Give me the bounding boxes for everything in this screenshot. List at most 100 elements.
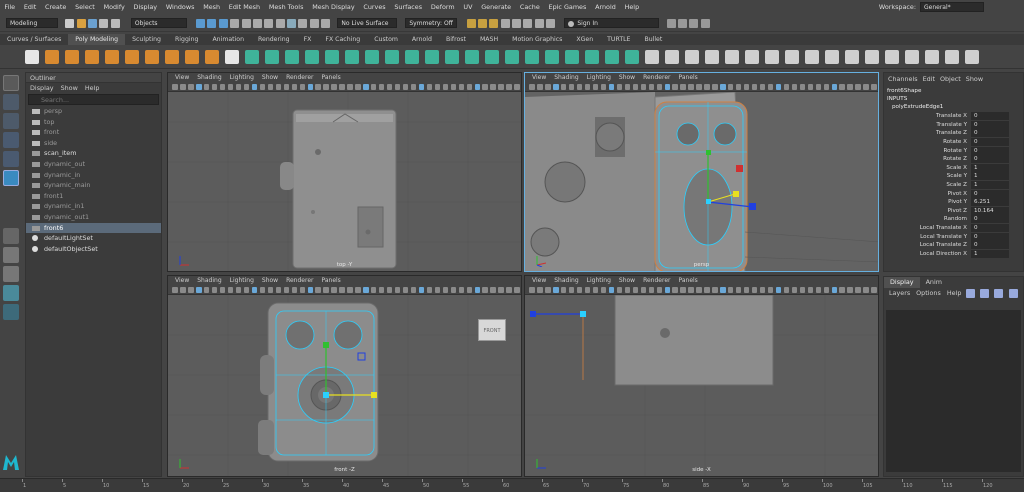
save-scene-icon[interactable] — [87, 18, 97, 28]
viewport-menu-renderer[interactable]: Renderer — [639, 73, 674, 82]
viewport-toolbar-icon[interactable] — [823, 83, 829, 90]
shelf-tab-motion-graphics[interactable]: Motion Graphics — [505, 34, 569, 45]
search-tool-icon[interactable] — [3, 304, 19, 320]
viewport-canvas[interactable]: side -X — [525, 295, 878, 476]
uv-editor-icon[interactable] — [705, 49, 719, 64]
viewport-toolbar-icon[interactable] — [815, 83, 821, 90]
viewport-toolbar-icon[interactable] — [736, 83, 742, 90]
circularize-icon[interactable] — [605, 49, 619, 64]
menu-create[interactable]: Create — [41, 0, 71, 15]
viewport-toolbar-icon[interactable] — [656, 286, 662, 293]
outliner-item[interactable]: dynamic_main — [26, 180, 161, 191]
select-hierarchy-icon[interactable] — [196, 18, 206, 28]
camera-uv-icon[interactable] — [685, 49, 699, 64]
outliner-item[interactable]: front1 — [26, 191, 161, 202]
viewport-toolbar-icon[interactable] — [569, 83, 575, 90]
viewport-toolbar-icon[interactable] — [696, 83, 702, 90]
shelf-tab-custom[interactable]: Custom — [367, 34, 405, 45]
outliner-item[interactable]: scan_item — [26, 148, 161, 159]
shelf-tab-sculpting[interactable]: Sculpting — [125, 34, 168, 45]
viewport-toolbar-icon[interactable] — [212, 83, 218, 90]
attribute-value-field[interactable]: 10.164 — [971, 206, 1009, 215]
attribute-row[interactable]: Translate Y 0 — [884, 120, 1023, 130]
svg-icon[interactable] — [205, 49, 219, 64]
viewport-toolbar-icon[interactable] — [616, 83, 623, 90]
channel-menu-edit[interactable]: Edit — [923, 73, 935, 85]
menu-surfaces[interactable]: Surfaces — [390, 0, 426, 15]
select-tool-icon[interactable] — [3, 75, 19, 91]
viewport-toolbar-icon[interactable] — [188, 83, 194, 90]
outliner-item[interactable]: dynamic_in1 — [26, 201, 161, 212]
viewport-canvas[interactable]: persp — [525, 92, 878, 271]
outliner-item[interactable]: dynamic_in — [26, 170, 161, 181]
viewport-toolbar-icon[interactable] — [545, 286, 551, 293]
viewport-toolbar-icon[interactable] — [267, 286, 274, 293]
sign-in-button[interactable]: Sign In — [564, 18, 660, 28]
combine-icon[interactable] — [245, 49, 259, 64]
viewport-toolbar-icon[interactable] — [402, 286, 409, 293]
attribute-row[interactable]: Translate X 0 — [884, 112, 1023, 121]
viewport-canvas[interactable]: top -Y — [168, 92, 521, 271]
mirror-icon[interactable] — [305, 49, 319, 64]
viewport-toolbar-icon[interactable] — [402, 83, 409, 90]
retopo-icon[interactable] — [385, 49, 399, 64]
viewport-menu-show[interactable]: Show — [615, 276, 639, 285]
outliner-item[interactable]: top — [26, 117, 161, 128]
viewport-toolbar-icon[interactable] — [291, 286, 297, 293]
viewport-top[interactable]: View Shading Lighting Show Renderer Panels to… — [167, 72, 522, 272]
fill-hole-icon[interactable] — [405, 49, 419, 64]
viewport-toolbar-icon[interactable] — [212, 286, 218, 293]
layer-tab-anim[interactable]: Anim — [920, 277, 948, 288]
extrude-icon[interactable] — [425, 49, 439, 64]
attribute-value-field[interactable]: 0 — [971, 232, 1009, 241]
viewport-toolbar-icon[interactable] — [569, 286, 575, 293]
render-settings-icon[interactable] — [489, 18, 499, 28]
viewport-menu-shading[interactable]: Shading — [193, 73, 225, 82]
target-weld-icon[interactable] — [545, 49, 559, 64]
viewport-menu-panels[interactable]: Panels — [317, 73, 344, 82]
scale-tool-icon[interactable] — [3, 170, 19, 186]
viewport-toolbar-icon[interactable] — [410, 286, 417, 293]
viewport-toolbar-icon[interactable] — [474, 286, 480, 293]
viewport-toolbar-icon[interactable] — [331, 83, 337, 90]
bevel-icon[interactable] — [465, 49, 479, 64]
viewport-toolbar-icon[interactable] — [275, 83, 282, 90]
attribute-value-field[interactable]: 0 — [971, 241, 1009, 250]
attribute-row[interactable]: Pivot Y 6.251 — [884, 198, 1023, 207]
viewport-toolbar-icon[interactable] — [498, 83, 504, 90]
live-surface-field[interactable]: No Live Surface — [337, 18, 398, 28]
menu-help[interactable]: Help — [620, 0, 643, 15]
viewport-toolbar-icon[interactable] — [712, 83, 718, 90]
new-scene-icon[interactable] — [65, 18, 75, 28]
shelf-tab-xgen[interactable]: XGen — [569, 34, 600, 45]
viewport-toolbar-icon[interactable] — [259, 83, 266, 90]
viewport-toolbar-icon[interactable] — [624, 286, 631, 293]
menu-modify[interactable]: Modify — [99, 0, 129, 15]
viewport-toolbar-icon[interactable] — [592, 286, 599, 293]
viewport-toolbar-icon[interactable] — [251, 286, 258, 293]
viewport-toolbar-icon[interactable] — [482, 83, 488, 90]
viewport-toolbar-icon[interactable] — [204, 286, 210, 293]
viewport-toolbar-icon[interactable] — [259, 286, 266, 293]
viewport-toolbar-icon[interactable] — [561, 286, 567, 293]
snap-grid-icon[interactable] — [230, 18, 240, 28]
viewport-menu-panels[interactable]: Panels — [674, 276, 701, 285]
select-object-icon[interactable] — [207, 18, 217, 28]
viewport-toolbar-icon[interactable] — [807, 83, 814, 90]
viewport-toolbar-icon[interactable] — [600, 83, 607, 90]
snap-surface-icon[interactable] — [275, 18, 285, 28]
viewport-menu-panels[interactable]: Panels — [317, 276, 344, 285]
quad-draw-icon[interactable] — [905, 49, 919, 64]
menu-generate[interactable]: Generate — [477, 0, 516, 15]
render-icon[interactable] — [466, 18, 476, 28]
viewport-menu-renderer[interactable]: Renderer — [282, 73, 317, 82]
viewport-toolbar-icon[interactable] — [243, 286, 250, 293]
viewport-toolbar-icon[interactable] — [434, 83, 441, 90]
menu-select[interactable]: Select — [71, 0, 100, 15]
outliner-menu-show[interactable]: Show — [61, 83, 78, 93]
menu-mesh-tools[interactable]: Mesh Tools — [264, 0, 307, 15]
symmetry-dropdown[interactable]: Symmetry: Off — [405, 18, 458, 28]
attribute-value-field[interactable]: 1 — [971, 172, 1009, 181]
viewport-toolbar-icon[interactable] — [696, 286, 702, 293]
viewport-toolbar-icon[interactable] — [514, 286, 520, 293]
